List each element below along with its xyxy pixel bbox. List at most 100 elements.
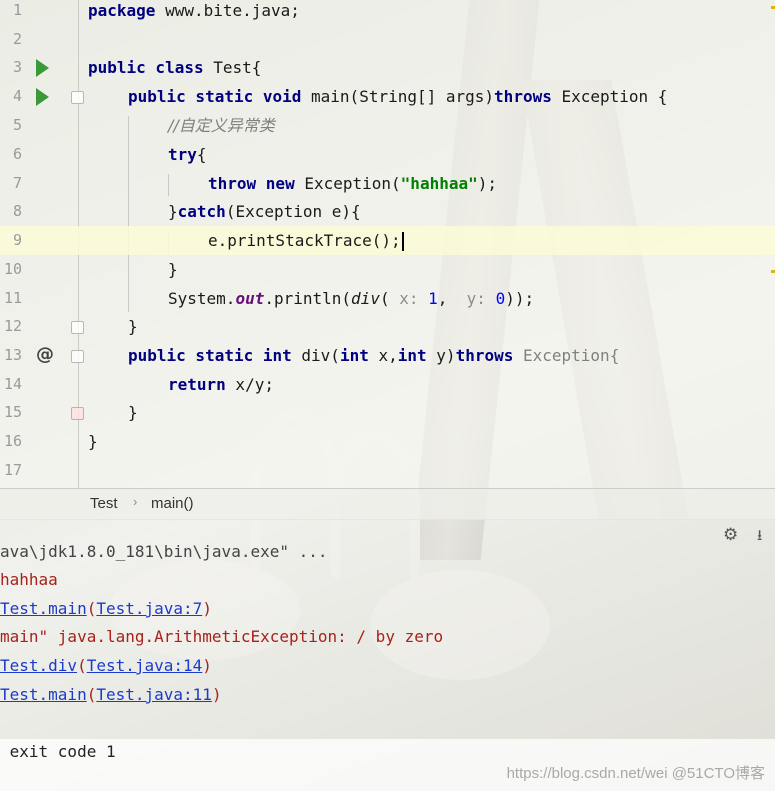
code-line[interactable]: 17 (0, 456, 775, 485)
text-caret (401, 232, 404, 251)
code-line[interactable]: 14 return x/y; (0, 370, 775, 399)
line-number: 9 (12, 231, 22, 249)
code-editor[interactable]: 1 package www.bite.java; 2 3 public clas… (0, 0, 775, 488)
stack-link[interactable]: Test.java:11 (96, 685, 212, 704)
line-number: 2 (12, 30, 22, 48)
line-number: 17 (3, 461, 22, 479)
breadcrumb-method[interactable]: main() (151, 495, 194, 512)
code-line[interactable]: 4 public static void main(String[] args)… (0, 82, 775, 111)
code-text: x/y; (225, 375, 274, 394)
code-text: ( (379, 289, 400, 308)
code-line[interactable]: 6 try{ (0, 140, 775, 169)
stack-link[interactable]: Test.div (0, 656, 77, 675)
stack-link[interactable]: Test.main (0, 685, 87, 704)
at-icon[interactable]: @ (36, 344, 54, 366)
console-line: exit code 1 (0, 742, 116, 761)
console-toolbar: ⚙ ⭳ (715, 519, 775, 553)
code-text: div( (291, 346, 340, 365)
line-number: 4 (12, 87, 22, 105)
code-text: } (88, 432, 98, 451)
code-text: } (128, 403, 138, 422)
code-text: main(String[] args) (301, 87, 495, 106)
console-text: ( (86, 685, 97, 704)
keyword: package (88, 1, 156, 20)
keyword: throws (455, 346, 514, 365)
line-number: 10 (3, 260, 22, 278)
keyword: try (168, 145, 197, 164)
code-line[interactable]: 16 } (0, 427, 775, 456)
code-line[interactable]: 3 public class Test{ (0, 53, 775, 82)
code-text: )); (505, 289, 535, 308)
scrollbar-marker[interactable] (771, 6, 775, 9)
console-text: ) (211, 685, 222, 704)
gear-icon[interactable]: ⚙ (723, 525, 738, 545)
code-line[interactable]: 7 throw new Exception("hahhaa"); (0, 169, 775, 198)
stack-link[interactable]: Test.java:14 (87, 656, 203, 675)
fold-marker-icon[interactable] (71, 321, 84, 334)
number-literal: 1 (428, 289, 438, 308)
stack-link[interactable]: Test.java:7 (96, 599, 202, 618)
fold-marker-icon[interactable] (71, 407, 84, 420)
breadcrumb: Test › main() (0, 488, 775, 520)
code-line[interactable]: 5 //自定义异常类 (0, 111, 775, 140)
code-line[interactable]: 1 package www.bite.java; (0, 0, 775, 25)
console-line: Test.main(Test.java:7) (0, 598, 212, 620)
code-text: System. (168, 289, 236, 308)
scrollbar-marker[interactable] (771, 270, 775, 273)
console-text: ( (77, 656, 87, 675)
keyword: return (168, 375, 226, 394)
code-text: y) (426, 346, 456, 365)
code-text: www.bite.java; (155, 1, 300, 20)
code-line[interactable]: 8 }catch(Exception e){ (0, 197, 775, 226)
breadcrumb-class[interactable]: Test (90, 495, 118, 512)
run-icon[interactable] (36, 59, 49, 77)
keyword: public static void (128, 87, 302, 106)
code-line[interactable]: 11 System.out.println(div( x: 1, y: 0)); (0, 284, 775, 313)
code-text: Exception{ (513, 346, 620, 365)
watermark: https://blog.csdn.net/wei @51CTO博客 (506, 765, 765, 782)
code-text: } (168, 202, 178, 221)
code-line[interactable]: 13 @ public static int div(int x,int y)t… (0, 341, 775, 370)
static-field: out (235, 289, 265, 308)
line-number: 5 (12, 116, 22, 134)
line-number: 6 (12, 145, 22, 163)
code-line[interactable]: 10 } (0, 255, 775, 284)
stack-link[interactable]: Test.main (0, 599, 87, 618)
console-text: ( (86, 599, 97, 618)
console-line: hahhaa (0, 570, 58, 589)
code-text: Exception( (294, 174, 401, 193)
keyword: public class (88, 58, 204, 77)
current-code-line[interactable]: 9 e.printStackTrace(); (0, 226, 775, 255)
pin-icon[interactable]: ⭳ (757, 525, 762, 550)
string-literal: "hahhaa" (400, 174, 478, 193)
code-text: Test{ (203, 58, 262, 77)
run-console[interactable]: ⚙ ⭳ ava\jdk1.8.0_181\bin\java.exe" ... h… (0, 519, 775, 791)
console-line: main" java.lang.ArithmeticException: / b… (0, 627, 444, 646)
code-line[interactable]: 12 } (0, 312, 775, 341)
line-number: 7 (12, 174, 22, 192)
comment: //自定义异常类 (168, 116, 275, 135)
fold-marker-icon[interactable] (71, 91, 84, 104)
console-text: ) (202, 599, 212, 618)
code-line[interactable]: 15 } (0, 398, 775, 427)
code-line[interactable]: 2 (0, 25, 775, 54)
fold-marker-icon[interactable] (71, 350, 84, 363)
exit-status: exit code 1 https://blog.csdn.net/wei @5… (0, 739, 775, 791)
code-text: (Exception e){ (225, 202, 361, 221)
code-text: Exception { (551, 87, 668, 106)
code-text: e.printStackTrace(); (208, 231, 401, 250)
keyword: throws (494, 87, 552, 106)
code-text: { (196, 145, 207, 164)
line-number: 15 (3, 403, 22, 421)
code-text: } (128, 317, 138, 336)
line-number: 14 (3, 375, 22, 393)
console-line: ava\jdk1.8.0_181\bin\java.exe" ... (0, 542, 328, 561)
console-line: Test.main(Test.java:11) (0, 684, 222, 706)
line-number: 13 (3, 346, 22, 364)
line-number: 16 (3, 432, 22, 450)
run-icon[interactable] (36, 88, 49, 106)
code-text: x, (368, 346, 398, 365)
console-text: ) (202, 656, 212, 675)
